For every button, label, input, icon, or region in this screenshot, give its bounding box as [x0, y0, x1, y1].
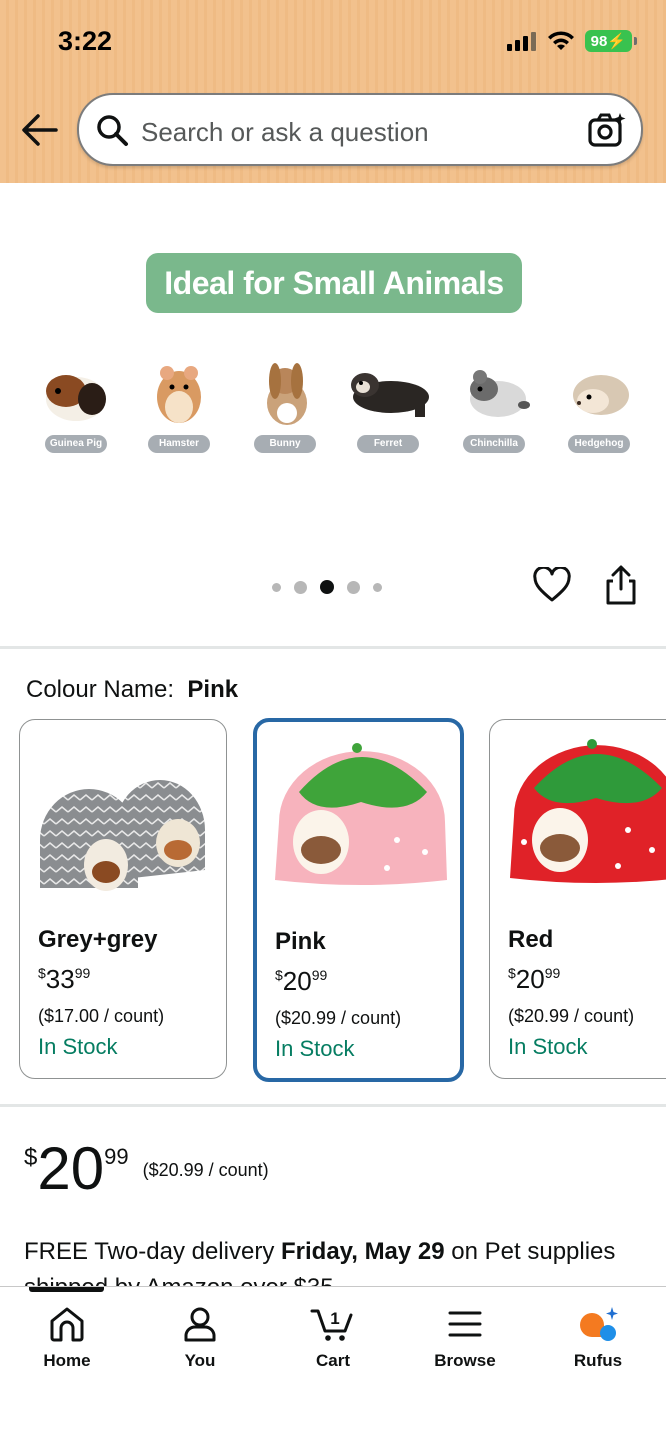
active-tab-indicator	[29, 1287, 104, 1292]
colour-label: Colour Name:	[26, 676, 175, 703]
back-arrow-icon[interactable]	[20, 112, 60, 148]
animal-hamster: Hamster	[129, 351, 229, 453]
animal-label: Chinchilla	[463, 435, 525, 453]
battery-level: 98	[590, 33, 608, 50]
animal-label: Bunny	[254, 435, 316, 453]
red-hut-image	[490, 720, 666, 920]
animal-hedgehog: Hedgehog	[549, 351, 649, 453]
animal-label: Ferret	[357, 435, 419, 453]
carousel-dot	[347, 580, 360, 594]
banner-title: Ideal for Small Animals	[146, 253, 522, 313]
carousel-dot-active	[320, 580, 334, 594]
colour-option-pink[interactable]: Pink $2099 ($20.99 / count) In Stock	[253, 718, 464, 1082]
tab-browse[interactable]: Browse	[410, 1305, 520, 1371]
product-price: $ 20 99 ($20.99 / count)	[24, 1134, 269, 1204]
delivery-date: Friday, May 29	[280, 1238, 445, 1265]
carousel-dot	[373, 582, 382, 592]
carousel-dot	[272, 582, 281, 592]
option-stock: In Stock	[38, 1034, 118, 1059]
home-icon	[50, 1307, 84, 1342]
animal-label: Hedgehog	[568, 435, 630, 453]
section-divider	[0, 646, 666, 649]
search-input[interactable]: Search or ask a question	[77, 93, 643, 166]
heart-icon[interactable]	[533, 567, 571, 603]
option-stock: In Stock	[275, 1036, 355, 1061]
person-icon	[184, 1307, 216, 1342]
search-icon	[97, 115, 128, 146]
delivery-prefix: FREE Two-day delivery	[24, 1238, 281, 1265]
price-currency: $	[24, 1144, 38, 1171]
option-unit-price: ($20.99 / count)	[275, 1008, 402, 1028]
animal-guinea-pig: Guinea Pig	[26, 351, 126, 453]
status-icons: 98⚡	[506, 30, 638, 52]
guinea-pig-image	[40, 351, 112, 429]
cart-count: 1	[330, 1309, 339, 1328]
product-image-carousel[interactable]: Ideal for Small Animals Guinea Pig Hamst…	[0, 183, 666, 643]
app-header: 3:22 98⚡ Search or ask a question	[0, 0, 666, 183]
animal-ferret: Ferret	[338, 351, 438, 453]
tab-label: Home	[43, 1351, 91, 1370]
pink-hut-image	[257, 722, 460, 922]
price-whole: 20	[37, 1135, 105, 1202]
tab-label: Cart	[315, 1351, 350, 1370]
tab-label: Rufus	[573, 1351, 623, 1370]
signal-icon	[506, 32, 536, 51]
animal-label: Hamster	[148, 435, 210, 453]
status-time: 3:22	[58, 26, 113, 56]
chinchilla-image	[458, 351, 530, 429]
tab-cart[interactable]: 1 Cart	[278, 1305, 388, 1371]
price-unit: ($20.99 / count)	[142, 1160, 269, 1180]
option-price: $2099	[275, 966, 328, 996]
option-price: $2099	[508, 964, 561, 994]
bottom-tab-bar: Home You 1 Cart Browse Rufus	[0, 1286, 666, 1440]
hamster-image	[143, 351, 215, 429]
option-name: Grey+grey	[38, 926, 158, 953]
option-stock: In Stock	[508, 1034, 588, 1059]
option-name: Red	[508, 926, 554, 953]
section-divider	[0, 1104, 666, 1107]
tab-label: Browse	[434, 1351, 496, 1370]
option-price: $3399	[38, 964, 91, 994]
delivery-message: FREE Two-day delivery Friday, May 29 on …	[24, 1234, 644, 1286]
battery-indicator: 98⚡	[584, 30, 638, 52]
option-unit-price: ($20.99 / count)	[508, 1006, 635, 1026]
price-fraction: 99	[104, 1144, 129, 1169]
option-unit-price: ($17.00 / count)	[38, 1006, 165, 1026]
tab-home[interactable]: Home	[12, 1305, 122, 1371]
camera-icon[interactable]	[587, 111, 627, 149]
colour-option-red[interactable]: Red $2099 ($20.99 / count) In Stock	[489, 719, 666, 1079]
selected-colour: Pink	[187, 676, 239, 703]
ferret-image	[343, 351, 433, 429]
tab-label: You	[184, 1351, 216, 1370]
rufus-icon	[580, 1307, 618, 1341]
hedgehog-image	[563, 351, 635, 429]
colour-option-grey[interactable]: Grey+grey $3399 ($17.00 / count) In Stoc…	[19, 719, 227, 1079]
menu-icon	[448, 1311, 482, 1337]
share-icon[interactable]	[604, 565, 638, 605]
carousel-page-indicator	[272, 580, 382, 594]
animal-chinchilla: Chinchilla	[444, 351, 544, 453]
cart-icon: 1	[310, 1309, 353, 1341]
animal-bunny: Bunny	[235, 351, 335, 453]
option-name: Pink	[275, 928, 326, 955]
animal-label: Guinea Pig	[45, 435, 107, 453]
bunny-image	[249, 351, 321, 429]
tab-you[interactable]: You	[145, 1305, 255, 1371]
search-placeholder: Search or ask a question	[141, 117, 429, 147]
tab-rufus[interactable]: Rufus	[543, 1305, 653, 1371]
wifi-icon	[547, 31, 574, 50]
grey-hut-image	[20, 720, 226, 920]
carousel-dot	[294, 580, 307, 594]
colour-name-row: Colour Name: Pink	[26, 676, 238, 704]
